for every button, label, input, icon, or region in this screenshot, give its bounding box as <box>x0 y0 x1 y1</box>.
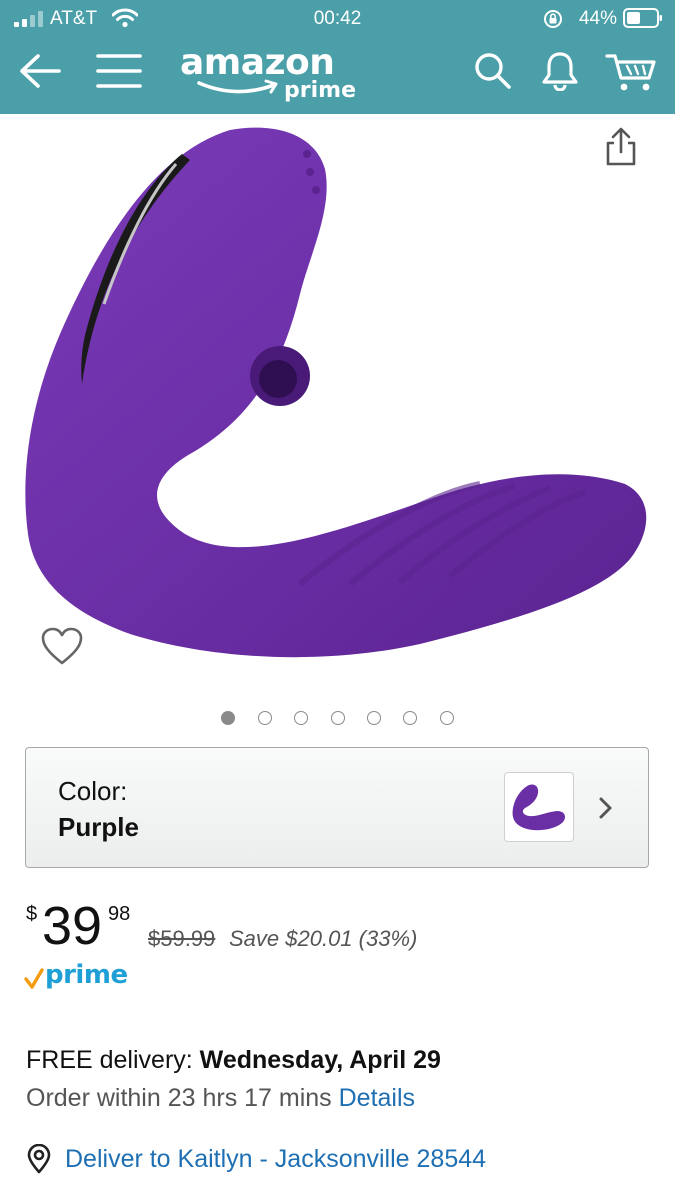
order-countdown: Order within 23 hrs 17 mins Details <box>26 1084 415 1113</box>
delivery-prefix: FREE delivery: <box>26 1046 200 1074</box>
carousel-dot[interactable] <box>257 711 272 725</box>
color-value: Purple <box>58 812 139 842</box>
carousel-dots <box>0 711 675 729</box>
location-pin-icon <box>27 1144 51 1174</box>
carousel-dot[interactable] <box>403 711 418 725</box>
prime-label: prime <box>45 960 128 990</box>
product-image[interactable] <box>0 114 675 700</box>
search-icon[interactable] <box>474 52 512 90</box>
status-bar: AT&T 00:42 44% <box>0 0 675 38</box>
price-whole: 39 <box>42 896 103 956</box>
color-swatch-thumbnail <box>504 772 574 842</box>
price-currency: $ <box>26 903 38 925</box>
carousel-dot[interactable] <box>366 711 381 725</box>
back-arrow-icon[interactable] <box>18 53 62 89</box>
price-fraction: 98 <box>108 903 131 925</box>
carousel-dot[interactable] <box>294 711 309 725</box>
deliver-to-link[interactable]: Deliver to Kaitlyn - Jacksonville 28544 <box>65 1145 486 1174</box>
details-link[interactable]: Details <box>339 1084 415 1112</box>
logo-smile-icon <box>197 79 278 94</box>
carousel-dot[interactable] <box>330 711 345 725</box>
carousel-dot[interactable] <box>221 711 236 725</box>
battery-percent: 44% <box>578 8 617 29</box>
chevron-right-icon <box>599 797 612 819</box>
delivery-date: Wednesday, April 29 <box>199 1046 441 1074</box>
nav-bar: amazon prime <box>0 38 675 114</box>
prime-check-icon <box>24 968 44 989</box>
share-icon[interactable] <box>604 126 638 166</box>
carousel-dot[interactable] <box>439 711 454 725</box>
clock: 00:42 <box>313 8 362 29</box>
swatch-product-image <box>512 784 565 831</box>
orientation-lock-icon <box>544 10 562 28</box>
color-selector-button[interactable]: Color: Purple <box>25 747 649 868</box>
heart-icon[interactable] <box>40 626 84 666</box>
logo-text: amazon <box>180 42 335 83</box>
menu-icon[interactable] <box>96 53 142 89</box>
list-price: $59.99 <box>148 926 216 951</box>
order-within-text: Order within 23 hrs 17 mins <box>26 1084 339 1112</box>
logo-prime-text: prime <box>284 78 356 103</box>
savings-text: Save $20.01 (33%) <box>229 926 418 951</box>
bell-icon[interactable] <box>541 51 579 91</box>
app-header: AT&T 00:42 44% amazon prime <box>0 0 675 114</box>
cart-icon[interactable] <box>605 52 657 94</box>
battery-icon <box>623 8 662 28</box>
delivery-info: FREE delivery: Wednesday, April 29 <box>26 1046 441 1075</box>
color-label: Color: <box>58 776 128 806</box>
